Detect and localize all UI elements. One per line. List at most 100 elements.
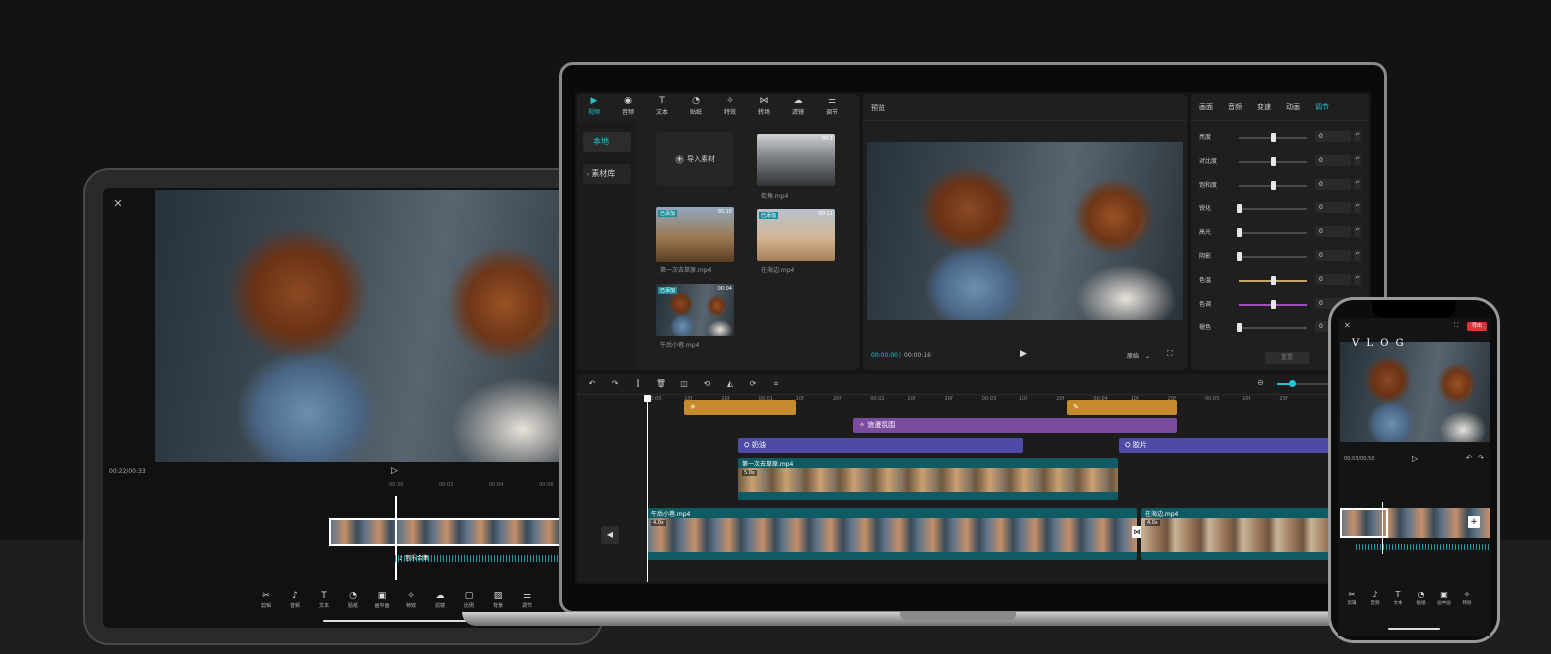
adjust-slider[interactable] <box>1239 156 1307 166</box>
side-item-library[interactable]: › 素材库 <box>583 164 631 184</box>
adjust-slider[interactable] <box>1239 299 1307 309</box>
phone-clip-selection[interactable] <box>1340 508 1388 538</box>
fullscreen-icon[interactable]: ⛶ <box>1167 349 1173 359</box>
media-tab[interactable]: ⋈ 转场 <box>753 96 775 116</box>
close-icon[interactable]: ✕ <box>1344 321 1351 330</box>
adjust-slider-knob[interactable] <box>1271 275 1276 285</box>
stepper-icon[interactable]: ▴▾ <box>1354 202 1361 214</box>
toolbar-item[interactable]: ✂ 剪辑 <box>1342 590 1362 606</box>
toolbar-item[interactable]: T 文本 <box>1388 590 1408 606</box>
inspector-tab[interactable]: 音频 <box>1228 102 1242 112</box>
media-item[interactable]: 已添加 00:11 在海边.mp4 <box>757 209 835 274</box>
stepper-icon[interactable]: ▴▾ <box>1354 273 1361 285</box>
filter-clip[interactable]: ⛭ 奶油 <box>738 438 1023 453</box>
adjust-slider-knob[interactable] <box>1271 180 1276 190</box>
redo-icon[interactable]: ↷ <box>608 377 622 391</box>
stepper-icon[interactable]: ▴▾ <box>1354 226 1361 238</box>
media-tab[interactable]: ☁ 滤镜 <box>787 96 809 116</box>
adjust-slider-knob[interactable] <box>1271 156 1276 166</box>
video-clip[interactable]: 午后小巷.mp4 4.0s <box>647 508 1137 560</box>
mirror-icon[interactable]: ◭ <box>723 377 737 391</box>
close-icon[interactable]: ✕ <box>111 196 125 210</box>
undo-icon[interactable]: ↶ <box>1466 454 1472 462</box>
toolbar-item[interactable]: ▢ 比例 <box>457 591 481 609</box>
toolbar-item[interactable]: ◔ 贴纸 <box>1411 590 1431 606</box>
toolbar-item[interactable]: ◔ 贴纸 <box>341 591 365 609</box>
adjust-value-field[interactable]: 0 <box>1315 202 1351 214</box>
adjust-slider-knob[interactable] <box>1271 299 1276 309</box>
media-tab[interactable]: ◉ 音频 <box>617 96 639 116</box>
media-tab[interactable]: ⚌ 调节 <box>821 96 843 116</box>
freeze-icon[interactable]: ◫ <box>677 377 691 391</box>
adjust-slider[interactable] <box>1237 228 1307 238</box>
ratio-select[interactable]: 原始 ⌄ <box>1127 351 1150 360</box>
toolbar-item[interactable]: ⚌ 调节 <box>515 591 539 609</box>
play-icon[interactable]: ▷ <box>1412 454 1418 463</box>
fullscreen-icon[interactable]: ⛶ <box>1454 322 1458 330</box>
adjust-slider[interactable] <box>1237 252 1307 261</box>
adjust-slider-knob[interactable] <box>1237 204 1242 214</box>
add-clip-icon[interactable]: + <box>1468 516 1480 528</box>
adjust-value-field[interactable]: 0 <box>1315 273 1351 285</box>
phone-audio-track[interactable] <box>1356 544 1490 550</box>
adjust-value-field[interactable]: 0 <box>1315 154 1351 166</box>
adjust-value-field[interactable]: 0 <box>1315 226 1351 238</box>
undo-icon[interactable]: ↶ <box>585 377 599 391</box>
toolbar-item[interactable]: ✧ 特效 <box>1457 590 1477 606</box>
split-icon[interactable]: ⫿ <box>631 377 645 391</box>
adjust-value-field[interactable]: 0 <box>1315 131 1351 142</box>
adjust-slider-knob[interactable] <box>1271 133 1276 142</box>
adjust-slider[interactable] <box>1237 323 1307 333</box>
media-item[interactable]: 已添加 00:04 午后小巷.mp4 <box>656 284 734 349</box>
timeline-playhead[interactable] <box>647 395 648 582</box>
toolbar-item[interactable]: T 文本 <box>312 591 336 609</box>
toolbar-item[interactable]: ▨ 背景 <box>486 591 510 609</box>
toolbar-item[interactable]: ▣ 画中画 <box>370 591 394 609</box>
toolbar-item[interactable]: ♪ 音频 <box>283 591 307 609</box>
sticker-clip[interactable]: ✳ <box>684 400 796 415</box>
adjust-slider[interactable] <box>1239 180 1307 190</box>
sticker-clip[interactable]: ✎ <box>1067 400 1177 415</box>
side-item-local[interactable]: 本地 <box>583 132 631 152</box>
stepper-icon[interactable]: ▴▾ <box>1354 178 1361 190</box>
media-tab[interactable]: ✧ 特效 <box>719 96 741 116</box>
media-item[interactable]: 00:1 街角.mp4 <box>757 134 835 200</box>
delete-icon[interactable]: 🗑 <box>654 377 668 391</box>
effects-clip[interactable]: ✧ 浪漫氛围 <box>853 418 1177 433</box>
adjust-slider[interactable] <box>1239 275 1307 285</box>
adjust-slider[interactable] <box>1239 133 1307 142</box>
crop-icon[interactable]: ⌗ <box>769 377 783 391</box>
adjust-slider[interactable] <box>1237 204 1307 214</box>
adjust-value-field[interactable]: 0 <box>1315 178 1351 190</box>
stepper-icon[interactable]: ▴▾ <box>1354 250 1361 261</box>
toolbar-item[interactable]: ☁ 滤镜 <box>428 591 452 609</box>
play-icon[interactable]: ▶ <box>1020 349 1027 359</box>
media-item[interactable]: 已添加 00:10 第一次去草原.mp4 <box>656 207 734 274</box>
adjust-slider-knob[interactable] <box>1237 323 1242 333</box>
video-clip[interactable]: 第一次去草原.mp4 5.0s <box>738 458 1118 500</box>
stepper-icon[interactable]: ▴▾ <box>1354 154 1361 166</box>
redo-icon[interactable]: ↷ <box>1478 454 1484 462</box>
inspector-tab[interactable]: 变速 <box>1257 102 1271 112</box>
reset-button[interactable]: 重置 <box>1265 352 1309 364</box>
adjust-slider-knob[interactable] <box>1237 228 1242 238</box>
inspector-tab[interactable]: 画面 <box>1199 102 1213 112</box>
inspector-tab[interactable]: 调节 <box>1315 102 1329 112</box>
reverse-icon[interactable]: ⟲ <box>700 377 714 391</box>
zoom-out-icon[interactable]: ⊖ <box>1257 378 1264 387</box>
tablet-playhead[interactable] <box>395 496 397 580</box>
playhead-handle[interactable] <box>644 395 651 402</box>
media-tab[interactable]: ◔ 贴纸 <box>685 96 707 116</box>
rotate-icon[interactable]: ⟳ <box>746 377 760 391</box>
stepper-icon[interactable]: ▴▾ <box>1354 131 1361 142</box>
toolbar-item[interactable]: ✧ 特效 <box>399 591 423 609</box>
toolbar-item[interactable]: ✂ 剪辑 <box>254 591 278 609</box>
media-tab[interactable]: ▶ 视频 <box>583 96 605 116</box>
toolbar-item[interactable]: ▣ 画中画 <box>1434 590 1454 606</box>
play-icon[interactable]: ▷ <box>391 466 398 476</box>
toolbar-item[interactable]: ♪ 音频 <box>1365 590 1385 606</box>
adjust-slider-knob[interactable] <box>1237 252 1242 261</box>
media-tab[interactable]: T 文本 <box>651 96 673 116</box>
import-button[interactable]: + 导入素材 <box>656 132 734 186</box>
zoom-slider-knob[interactable] <box>1289 380 1296 387</box>
